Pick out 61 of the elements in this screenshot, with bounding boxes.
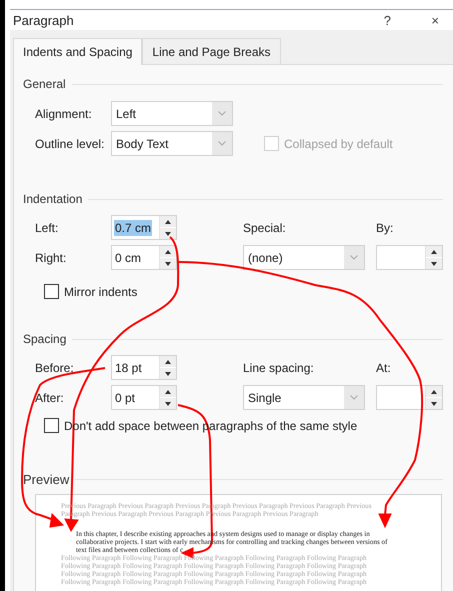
- checkbox[interactable]: [44, 284, 59, 299]
- spin-down-button[interactable]: [426, 398, 442, 409]
- up-arrow-icon: [165, 390, 171, 394]
- field-label: Alignment:: [35, 106, 93, 120]
- spin-up-button[interactable]: [426, 386, 442, 398]
- down-arrow-icon: [165, 232, 171, 236]
- alignment-dropdown[interactable]: Left: [111, 101, 233, 126]
- spin-down-button[interactable]: [160, 228, 176, 239]
- field-label: Outline level:: [35, 136, 106, 150]
- chevron-down-icon: [218, 141, 226, 146]
- spin-field[interactable]: 0 cm: [111, 245, 177, 270]
- field-label: Line spacing:: [243, 360, 315, 374]
- spin-down-button[interactable]: [160, 258, 176, 269]
- section-heading: Spacing: [23, 332, 66, 346]
- spin-down-button[interactable]: [426, 258, 442, 269]
- tab[interactable]: Line and Page Breaks: [142, 38, 281, 64]
- spin-up-button[interactable]: [426, 246, 442, 258]
- special-dropdown[interactable]: (none): [243, 245, 365, 270]
- spin-down-button[interactable]: [160, 368, 176, 379]
- section-heading: Indentation: [23, 192, 82, 206]
- spin-up-button[interactable]: [160, 216, 176, 228]
- spin-down-button[interactable]: [160, 398, 176, 409]
- spin-field[interactable]: 18 pt: [111, 355, 177, 380]
- down-arrow-icon: [165, 402, 171, 406]
- outline-level-dropdown[interactable]: Body Text: [111, 131, 233, 156]
- down-arrow-icon: [165, 372, 171, 376]
- up-arrow-icon: [165, 360, 171, 364]
- spin-field[interactable]: [376, 385, 443, 410]
- spin-field[interactable]: 0 pt: [111, 385, 177, 410]
- chevron-down-icon: [350, 255, 358, 260]
- down-arrow-icon: [431, 262, 437, 266]
- chevron-down-icon: [218, 111, 226, 116]
- section-heading: General: [23, 77, 66, 91]
- up-arrow-icon: [431, 250, 437, 254]
- checkbox-label: Collapsed by default: [284, 136, 393, 150]
- spin-up-button[interactable]: [160, 246, 176, 258]
- close-button[interactable]: ×: [391, 12, 439, 28]
- spin-up-button[interactable]: [160, 386, 176, 398]
- window-title: Paragraph: [13, 12, 75, 28]
- spin-field[interactable]: [376, 245, 443, 270]
- field-label: Left:: [35, 220, 60, 234]
- line-spacing-dropdown[interactable]: Single: [243, 385, 365, 410]
- field-label: Right:: [35, 250, 68, 264]
- chevron-down-icon: [350, 395, 358, 400]
- up-arrow-icon: [165, 250, 171, 254]
- spin-up-button[interactable]: [160, 356, 176, 368]
- help-button[interactable]: ?: [381, 12, 391, 28]
- up-arrow-icon: [165, 220, 171, 224]
- down-arrow-icon: [165, 262, 171, 266]
- checkbox[interactable]: [44, 418, 59, 433]
- field-label: After:: [35, 390, 65, 404]
- checkbox-label: Mirror indents: [64, 284, 138, 298]
- down-arrow-icon: [431, 402, 437, 406]
- field-label: Before:: [35, 360, 75, 374]
- field-label: Special:: [243, 220, 287, 234]
- field-label: By:: [376, 220, 394, 234]
- spin-field[interactable]: 0.7 cm: [111, 215, 177, 240]
- up-arrow-icon: [431, 390, 437, 394]
- field-label: At:: [376, 360, 392, 374]
- tab[interactable]: Indents and Spacing: [13, 38, 142, 65]
- section-heading: Preview: [23, 472, 70, 486]
